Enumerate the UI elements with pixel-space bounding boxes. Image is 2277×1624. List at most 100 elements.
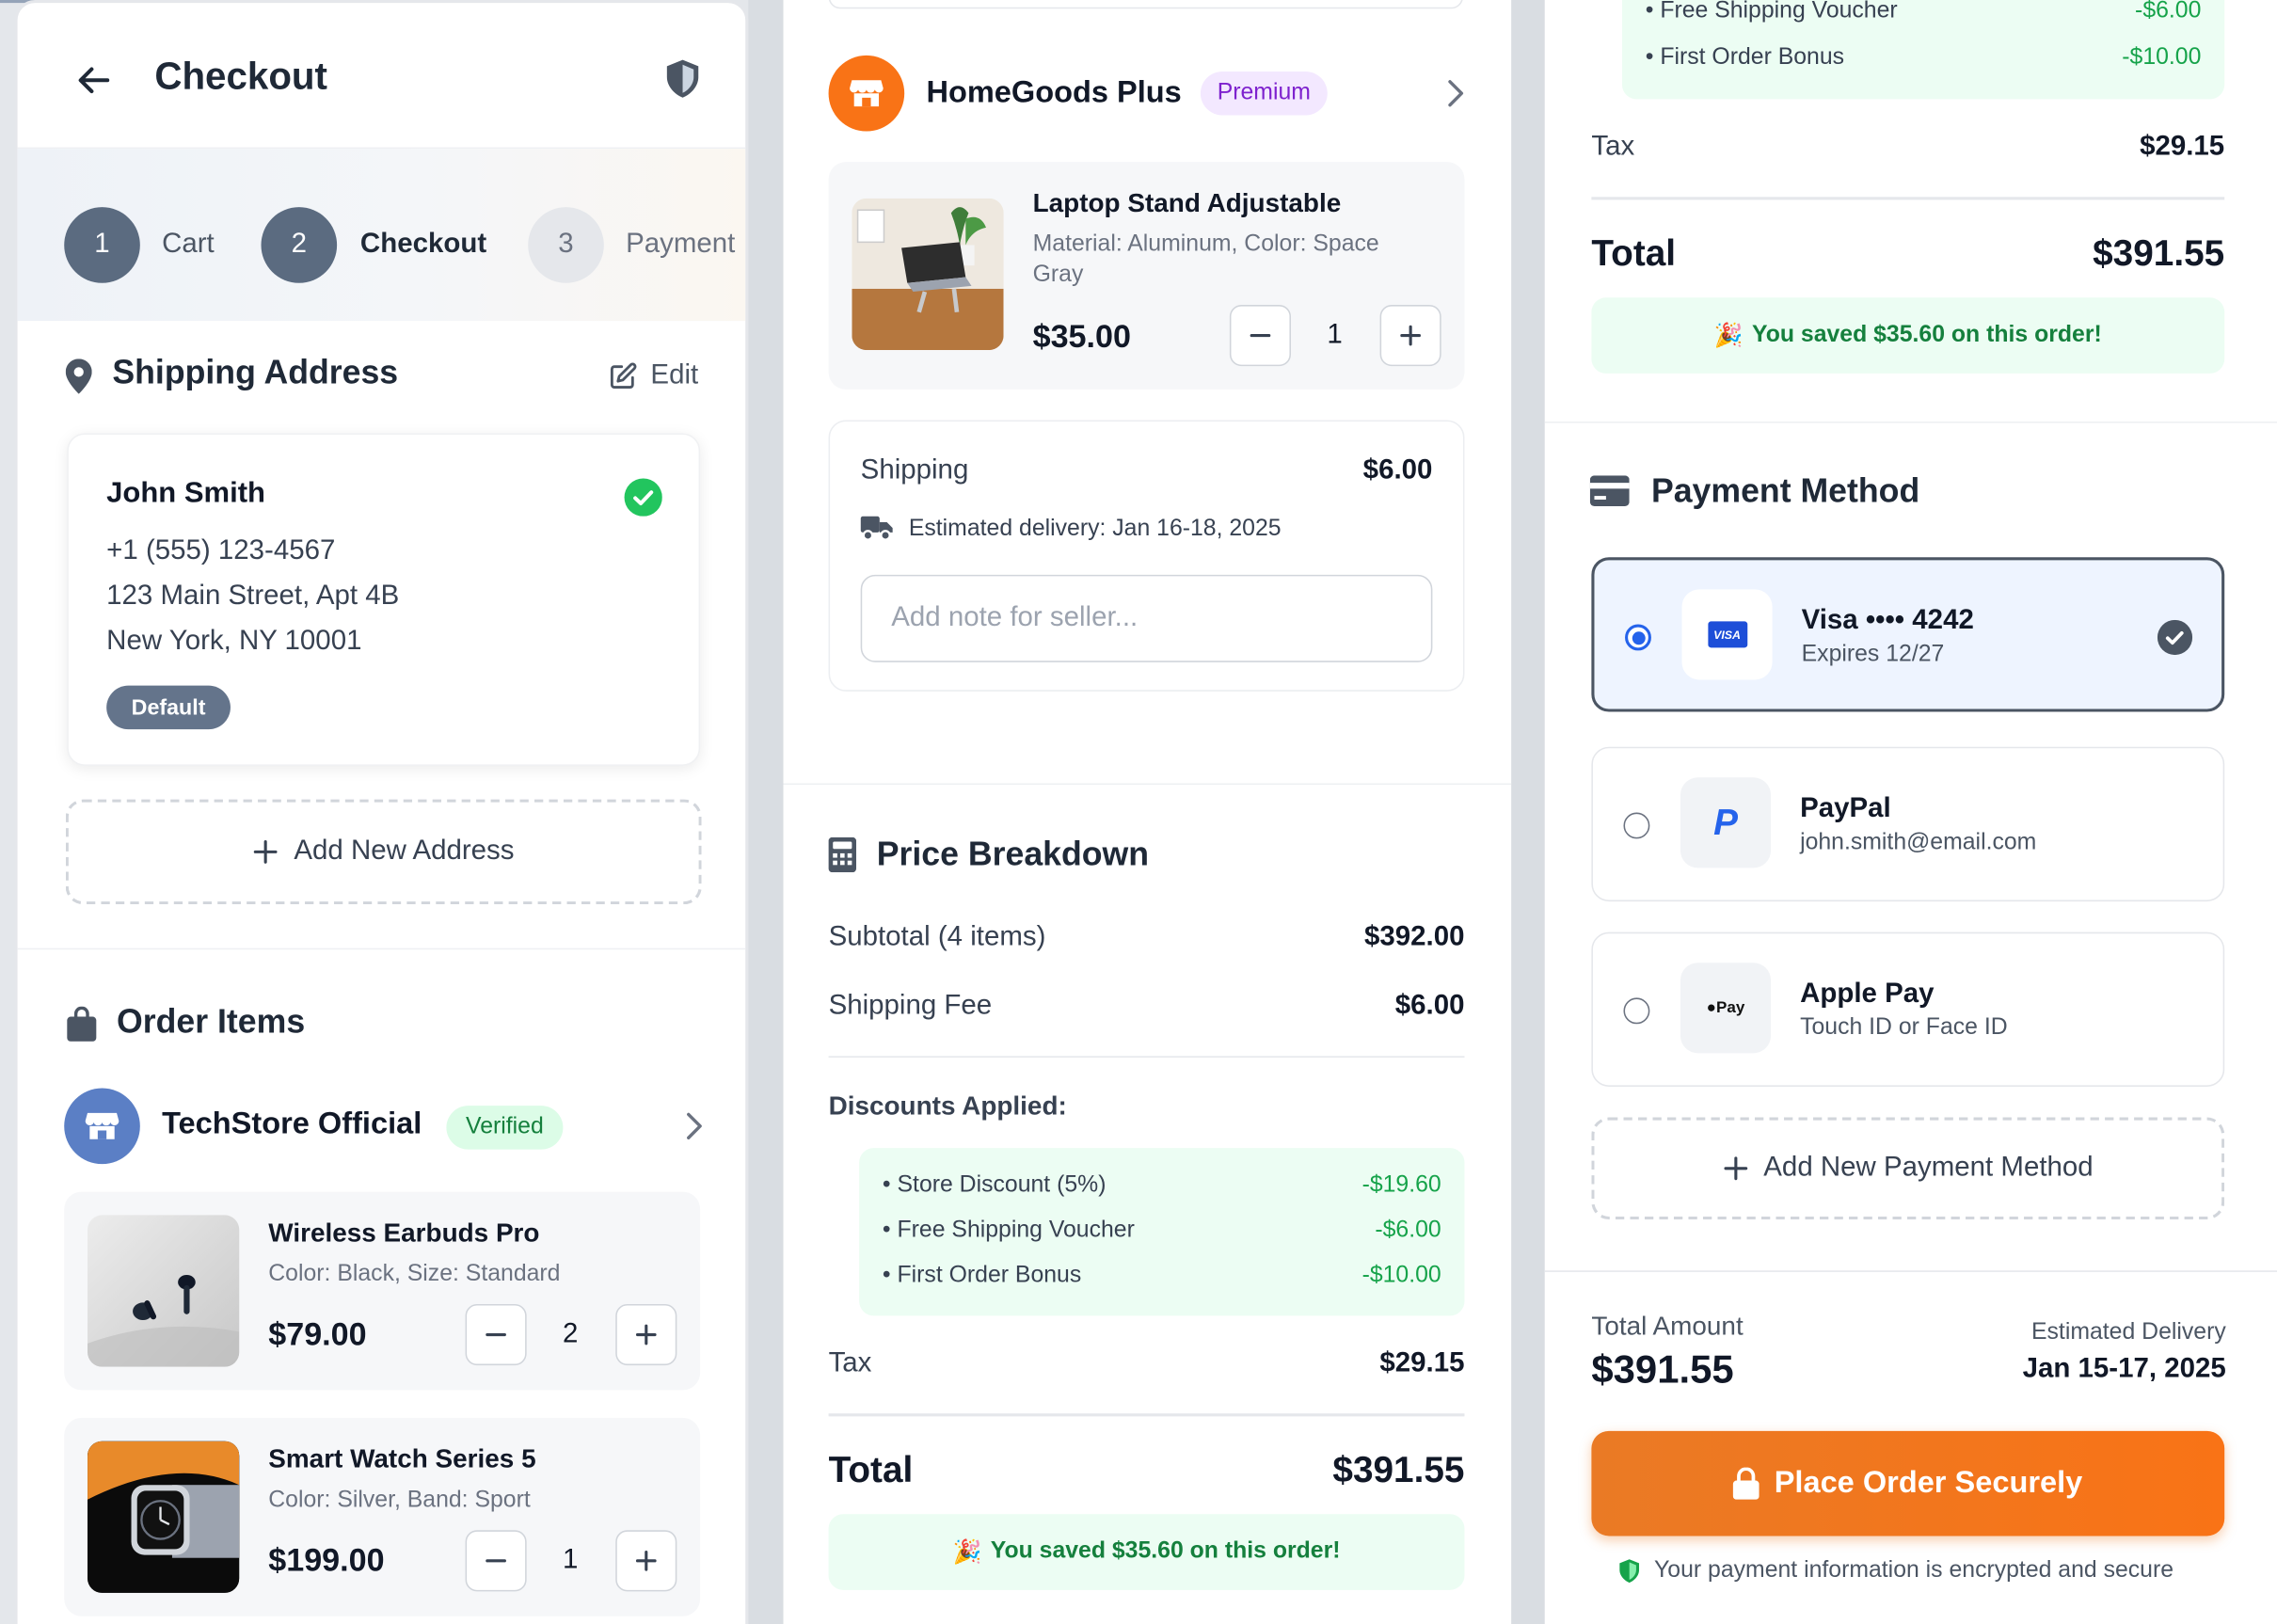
address-street: 123 Main Street, Apt 4B xyxy=(106,581,400,612)
edit-icon xyxy=(608,361,637,390)
increase-qty-button[interactable] xyxy=(615,1303,677,1366)
order-items-title: Order Items xyxy=(117,1002,306,1041)
edit-address-button[interactable]: Edit xyxy=(608,360,698,392)
cart-item-laptop-stand: Laptop Stand Adjustable Material: Alumin… xyxy=(828,162,1465,390)
price-breakdown-title: Price Breakdown xyxy=(876,834,1150,873)
applepay-logo: ●Pay xyxy=(1680,963,1772,1054)
step-3-label[interactable]: Payment xyxy=(626,229,735,261)
decrease-qty-button[interactable] xyxy=(1229,305,1292,367)
total-amount-label: Total Amount xyxy=(1591,1311,1744,1341)
map-pin-icon xyxy=(65,358,92,394)
applepay-logo-text: ●Pay xyxy=(1706,998,1745,1017)
checkout-panel-bottom: • Free Shipping Voucher -$6.00 • First Or… xyxy=(1544,0,2277,1624)
tax-label: Tax xyxy=(1591,131,1635,163)
estimated-delivery-text: Estimated delivery: Jan 16-18, 2025 xyxy=(908,516,1282,542)
product-image-earbuds xyxy=(88,1215,240,1367)
increase-qty-button[interactable] xyxy=(1379,305,1441,367)
discounts-box-continued: • Free Shipping Voucher -$6.00 • First Or… xyxy=(1621,0,2225,100)
premium-badge: Premium xyxy=(1200,71,1328,116)
shipping-fee-value: $6.00 xyxy=(1394,990,1465,1022)
place-order-button[interactable]: Place Order Securely xyxy=(1591,1430,2225,1536)
shipping-value: $6.00 xyxy=(1362,454,1433,486)
step-1-circle[interactable]: 1 xyxy=(64,207,140,283)
decrease-qty-button[interactable] xyxy=(465,1530,527,1592)
seller-note-input[interactable] xyxy=(860,574,1433,662)
quantity-value: 1 xyxy=(1327,319,1343,351)
selected-check-icon xyxy=(2157,619,2193,656)
payment-method-title: Payment Method xyxy=(1650,470,1920,510)
cart-item-smartwatch: Smart Watch Series 5 Color: Silver, Band… xyxy=(64,1417,701,1616)
total-amount-value: $391.55 xyxy=(1591,1347,1734,1392)
payment-option-paypal[interactable]: P PayPal john.smith@email.com xyxy=(1591,746,2225,902)
discount-label: • Store Discount (5%) xyxy=(882,1172,1107,1198)
subtotal-value: $392.00 xyxy=(1364,921,1465,953)
place-order-label: Place Order Securely xyxy=(1774,1466,2083,1500)
applepay-radio[interactable] xyxy=(1623,997,1650,1025)
discount-row: • Free Shipping Voucher -$6.00 xyxy=(1646,0,2202,24)
increase-qty-button[interactable] xyxy=(615,1530,677,1592)
app-header: Checkout xyxy=(17,3,746,150)
discount-value: -$6.00 xyxy=(2135,0,2202,24)
section-divider xyxy=(17,947,746,950)
total-row: Total $391.55 xyxy=(1591,233,2224,276)
plus-icon xyxy=(634,1549,658,1572)
decrease-qty-button[interactable] xyxy=(465,1303,527,1366)
lock-icon xyxy=(1733,1467,1760,1500)
discount-value: -$10.00 xyxy=(1361,1263,1441,1288)
item-name: Wireless Earbuds Pro xyxy=(268,1218,540,1248)
tax-label: Tax xyxy=(828,1347,872,1379)
step-3-circle[interactable]: 3 xyxy=(528,207,604,283)
chevron-right-icon[interactable] xyxy=(686,1111,704,1140)
step-2-label[interactable]: Checkout xyxy=(360,229,486,261)
back-arrow-icon[interactable] xyxy=(76,61,114,99)
store-avatar xyxy=(64,1088,140,1165)
discount-value: -$10.00 xyxy=(2122,45,2202,71)
calculator-icon xyxy=(828,836,857,873)
add-new-address-button[interactable]: Add New Address xyxy=(65,799,702,905)
estimated-delivery-value: Jan 15-17, 2025 xyxy=(2022,1353,2226,1385)
savings-message: You saved $35.60 on this order! xyxy=(1752,322,2102,347)
visa-radio[interactable] xyxy=(1625,624,1651,651)
chevron-right-icon[interactable] xyxy=(1447,79,1465,108)
payment-sub: john.smith@email.com xyxy=(1800,830,2037,855)
product-image-laptop-stand xyxy=(852,198,1004,351)
default-badge: Default xyxy=(106,685,231,730)
total-label: Total xyxy=(828,1449,914,1491)
address-card[interactable]: John Smith +1 (555) 123-4567 123 Main St… xyxy=(67,433,701,766)
payment-option-applepay[interactable]: ●Pay Apple Pay Touch ID or Face ID xyxy=(1591,931,2225,1087)
checkout-stepper: 1 Cart 2 Checkout 3 Payment xyxy=(17,149,746,322)
discount-label: • Free Shipping Voucher xyxy=(1645,0,1898,24)
tax-value: $29.15 xyxy=(2140,131,2225,163)
store-icon xyxy=(85,1111,119,1140)
payment-option-visa[interactable]: VISA Visa •••• 4242 Expires 12/27 xyxy=(1591,557,2225,712)
shield-icon[interactable] xyxy=(663,58,701,99)
total-divider xyxy=(828,1413,1465,1417)
discount-row: • Free Shipping Voucher -$6.00 xyxy=(883,1218,1441,1245)
payment-name: PayPal xyxy=(1800,793,1891,824)
section-divider xyxy=(783,783,1512,786)
add-payment-method-button[interactable]: Add New Payment Method xyxy=(1591,1117,2225,1220)
store-name-homegoods[interactable]: HomeGoods Plus xyxy=(926,76,1181,111)
item-name: Laptop Stand Adjustable xyxy=(1032,187,1342,217)
item-variant: Color: Silver, Band: Sport xyxy=(268,1488,531,1513)
item-name: Smart Watch Series 5 xyxy=(268,1443,536,1473)
shipping-fee-row: Shipping Fee $6.00 xyxy=(829,991,1465,1023)
panel-gap xyxy=(748,0,784,1624)
payment-name: Apple Pay xyxy=(1800,979,1935,1010)
paypal-radio[interactable] xyxy=(1623,812,1650,839)
discount-value: -$19.60 xyxy=(1361,1172,1441,1198)
discount-label: • First Order Bonus xyxy=(1645,45,1845,71)
store-avatar xyxy=(828,55,905,132)
store-icon xyxy=(849,79,884,108)
subtotal-label: Subtotal (4 items) xyxy=(828,921,1046,953)
previous-card-edge xyxy=(828,0,1463,9)
store-name-techstore[interactable]: TechStore Official xyxy=(162,1107,422,1142)
secure-note: Your payment information is encrypted an… xyxy=(1617,1558,2174,1584)
step-1-label[interactable]: Cart xyxy=(162,229,215,261)
shipping-address-title: Shipping Address xyxy=(112,353,399,391)
step-2-circle[interactable]: 2 xyxy=(261,207,338,283)
product-image-smartwatch xyxy=(88,1441,240,1593)
payment-sub: Expires 12/27 xyxy=(1801,642,1945,667)
discounts-label: Discounts Applied: xyxy=(828,1091,1067,1121)
checkout-panel-top: Checkout 1 Cart 2 Checkout 3 Payment Shi… xyxy=(14,0,749,1624)
